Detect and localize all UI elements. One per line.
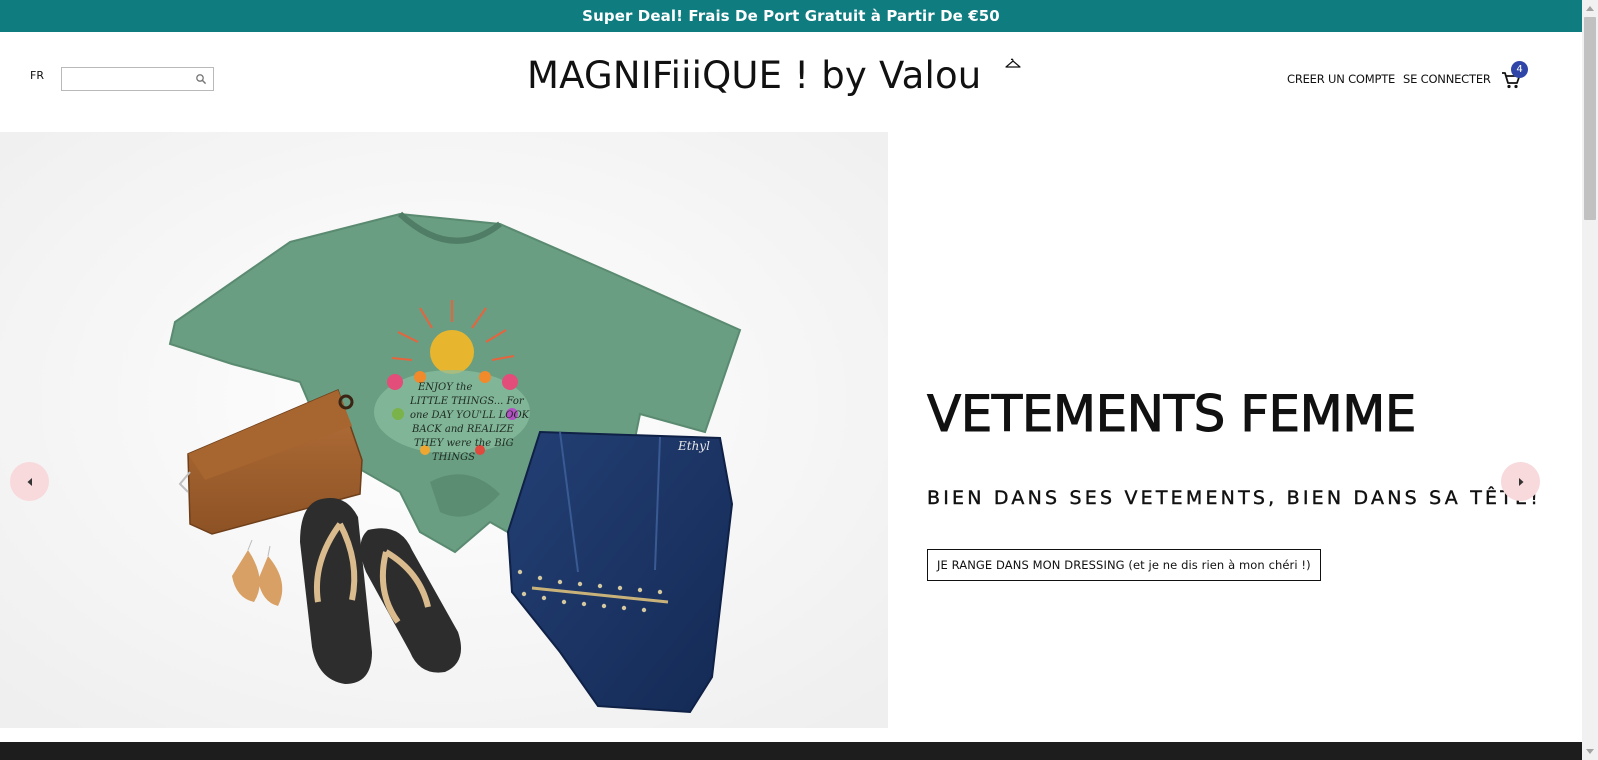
create-account-link[interactable]: CREER UN COMPTE — [1287, 72, 1395, 86]
search-form — [61, 67, 214, 91]
shirt-print-line: ENJOY the — [417, 382, 472, 393]
promo-banner: Super Deal! Frais De Port Gratuit à Part… — [0, 0, 1582, 32]
hanger-icon — [1005, 58, 1021, 68]
hero-title: VETEMENTS FEMME — [927, 385, 1417, 444]
page-scrollbar[interactable] — [1582, 0, 1598, 760]
hero-image: ENJOY the LITTLE THINGS... For one DAY Y… — [0, 132, 888, 728]
scrollbar-thumb[interactable] — [1584, 17, 1596, 220]
chevron-left-icon — [27, 477, 32, 486]
search-icon[interactable] — [195, 73, 207, 85]
slider-prev-button[interactable] — [10, 462, 49, 501]
logo-text: MAGNIFiiiQUE ! by Valou — [527, 54, 982, 97]
hero-subtitle: BIEN DANS SES VETEMENTS, BIEN DANS SA TÊ… — [927, 487, 1542, 509]
shirt-print-line: THEY were the BIG — [414, 438, 514, 449]
hero-cta-button[interactable]: JE RANGE DANS MON DRESSING (et je ne dis… — [927, 549, 1321, 581]
login-link[interactable]: SE CONNECTER — [1403, 72, 1491, 86]
slider-next-button[interactable] — [1501, 462, 1540, 501]
outfit-illustration: ENJOY the LITTLE THINGS... For one DAY Y… — [0, 132, 888, 728]
scroll-down-icon[interactable] — [1586, 749, 1594, 754]
site-header: FR MAGNIFiiiQUE ! by Valou CREER UN COMP… — [0, 32, 1582, 132]
language-selector[interactable]: FR — [30, 69, 44, 82]
hero-slider: ENJOY the LITTLE THINGS... For one DAY Y… — [0, 132, 1582, 728]
shirt-print-line: LITTLE THINGS... For — [409, 396, 525, 407]
next-section-edge — [0, 742, 1582, 760]
jeans-label: Ethyl — [677, 439, 710, 453]
chevron-right-icon — [1518, 477, 1523, 486]
cart-count-badge: 4 — [1511, 61, 1528, 78]
site-logo[interactable]: MAGNIFiiiQUE ! by Valou — [527, 54, 1047, 114]
hero-cta-label: JE RANGE DANS MON DRESSING (et je ne dis… — [937, 558, 1311, 572]
search-input[interactable] — [62, 68, 190, 91]
scroll-up-icon[interactable] — [1586, 6, 1594, 11]
shirt-print-line: THINGS — [432, 452, 475, 463]
shirt-print-line: one DAY YOU'LL LOOK — [410, 410, 530, 421]
shirt-print-line: BACK and REALIZE — [411, 424, 514, 435]
promo-text: Super Deal! Frais De Port Gratuit à Part… — [582, 7, 1000, 25]
